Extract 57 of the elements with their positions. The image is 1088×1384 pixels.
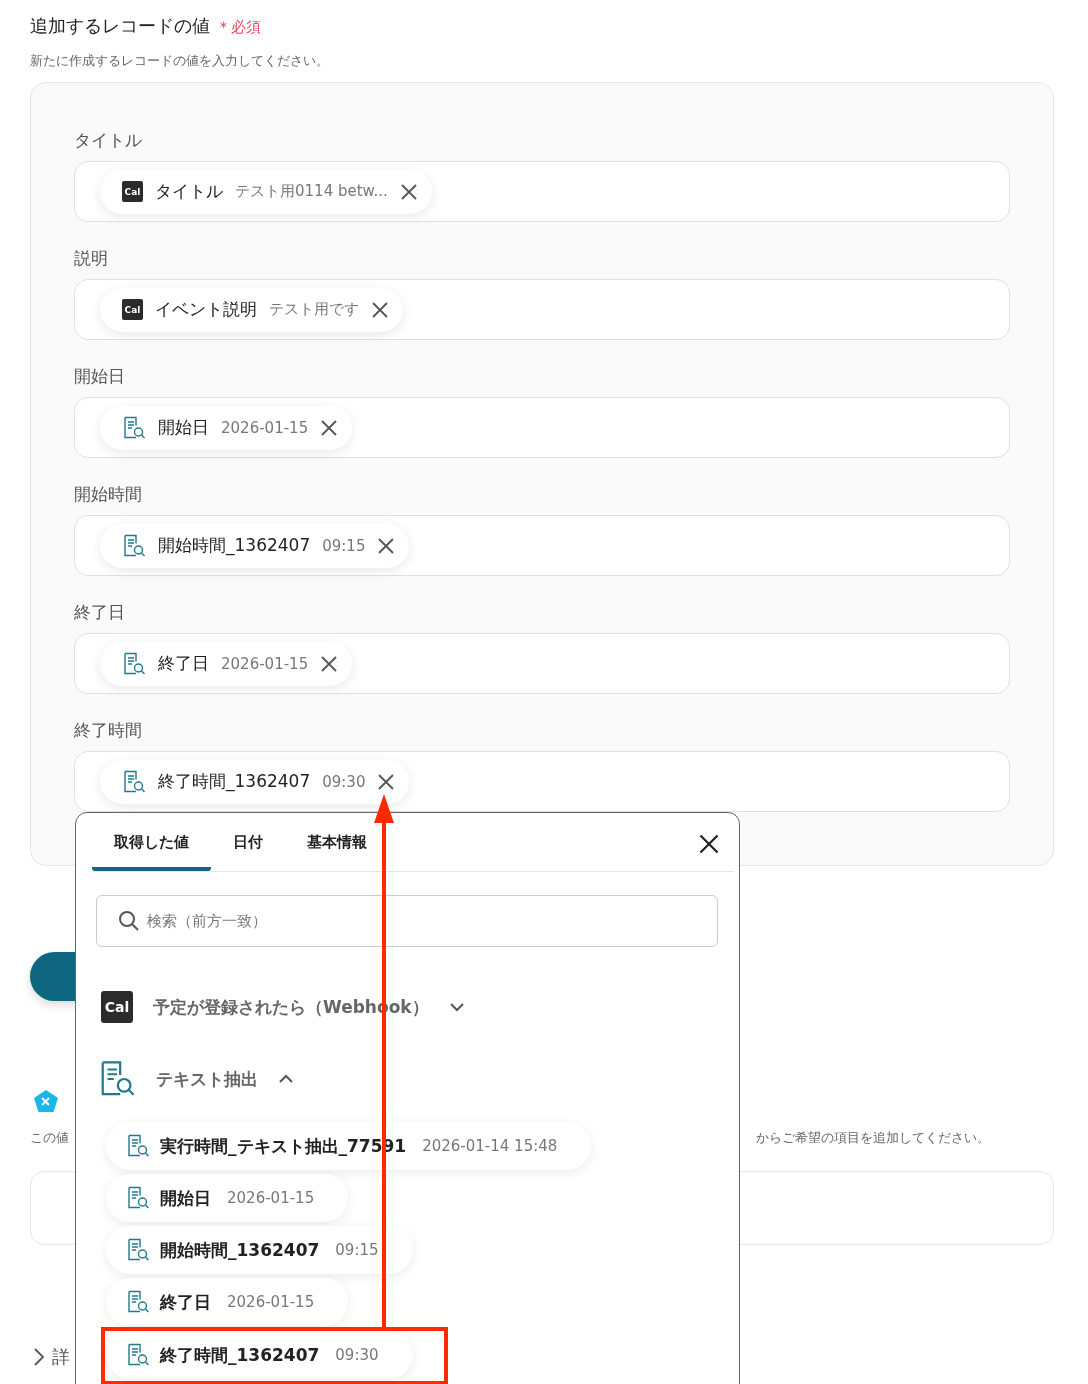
- close-icon[interactable]: [320, 418, 339, 437]
- document-search-icon: [122, 769, 146, 794]
- document-search-icon: [126, 1290, 150, 1314]
- tab[interactable]: 基本情報: [285, 813, 389, 871]
- close-icon[interactable]: [399, 182, 418, 201]
- document-search-icon: [122, 651, 146, 676]
- search-icon: [118, 910, 140, 932]
- value-item[interactable]: 開始時間_1362407 09:15: [106, 1226, 413, 1274]
- calendar-logo: Cal: [122, 181, 143, 202]
- value-item[interactable]: 終了時間_1362407 09:30: [106, 1331, 413, 1379]
- section-description: 新たに作成するレコードの値を入力してください。: [30, 52, 330, 70]
- close-icon[interactable]: [320, 654, 339, 673]
- field-label: 開始日: [74, 365, 126, 388]
- tab[interactable]: 取得した値: [92, 813, 211, 871]
- value-chip[interactable]: 終了日 2026-01-15: [100, 641, 353, 686]
- chevron-up-icon[interactable]: [278, 1074, 294, 1084]
- description-text: からご希望の項目を追加してください。: [756, 1129, 990, 1147]
- close-icon[interactable]: [371, 300, 389, 319]
- field-label: タイトル: [74, 129, 143, 152]
- document-search-icon: [122, 415, 146, 440]
- value-chip[interactable]: Cal イベント説明 テスト用です: [100, 287, 403, 332]
- tab[interactable]: 日付: [211, 813, 285, 871]
- calendar-logo: Cal: [122, 299, 143, 320]
- input-field[interactable]: 終了日 2026-01-15: [74, 633, 1010, 694]
- required-label: ＊必須: [216, 17, 261, 38]
- chevron-down-icon[interactable]: [448, 1002, 465, 1012]
- value-chip[interactable]: 開始時間_1362407 09:15: [100, 523, 410, 568]
- document-search-icon: [126, 1343, 150, 1367]
- description-text: この値: [30, 1129, 69, 1147]
- details-toggle[interactable]: 詳: [52, 1345, 70, 1369]
- document-search-icon: [126, 1186, 150, 1210]
- document-search-icon: [122, 533, 146, 558]
- field-label: 終了時間: [74, 719, 143, 742]
- pentagon-icon: [33, 1089, 59, 1113]
- input-field[interactable]: 終了時間_1362407 09:30: [74, 751, 1010, 812]
- input-field[interactable]: Cal イベント説明 テスト用です: [74, 279, 1010, 340]
- document-search-icon: [126, 1134, 150, 1158]
- value-item[interactable]: 開始日 2026-01-15: [106, 1174, 349, 1222]
- chevron-right-icon[interactable]: [34, 1348, 44, 1366]
- value-chip[interactable]: 開始日 2026-01-15: [100, 405, 353, 450]
- search-field[interactable]: 検索（前方一致）: [96, 895, 718, 947]
- field-label: 開始時間: [74, 483, 143, 506]
- document-search-icon: [126, 1238, 150, 1262]
- value-chip[interactable]: 終了時間_1362407 09:30: [100, 759, 410, 804]
- close-icon[interactable]: [377, 772, 396, 791]
- group-title[interactable]: テキスト抽出: [156, 1067, 258, 1091]
- value-chip[interactable]: Cal タイトル テスト用0114 betw...: [100, 169, 432, 214]
- close-icon[interactable]: [377, 536, 396, 555]
- input-field[interactable]: 開始日 2026-01-15: [74, 397, 1010, 458]
- input-field[interactable]: 開始時間_1362407 09:15: [74, 515, 1010, 576]
- section-title: 追加するレコードの値: [30, 14, 210, 38]
- value-item[interactable]: 終了日 2026-01-15: [106, 1278, 349, 1326]
- field-label: 説明: [74, 247, 109, 270]
- input-field[interactable]: Cal タイトル テスト用0114 betw...: [74, 161, 1010, 222]
- close-button[interactable]: [698, 833, 720, 855]
- calendar-logo: Cal: [101, 991, 133, 1023]
- field-label: 終了日: [74, 601, 126, 624]
